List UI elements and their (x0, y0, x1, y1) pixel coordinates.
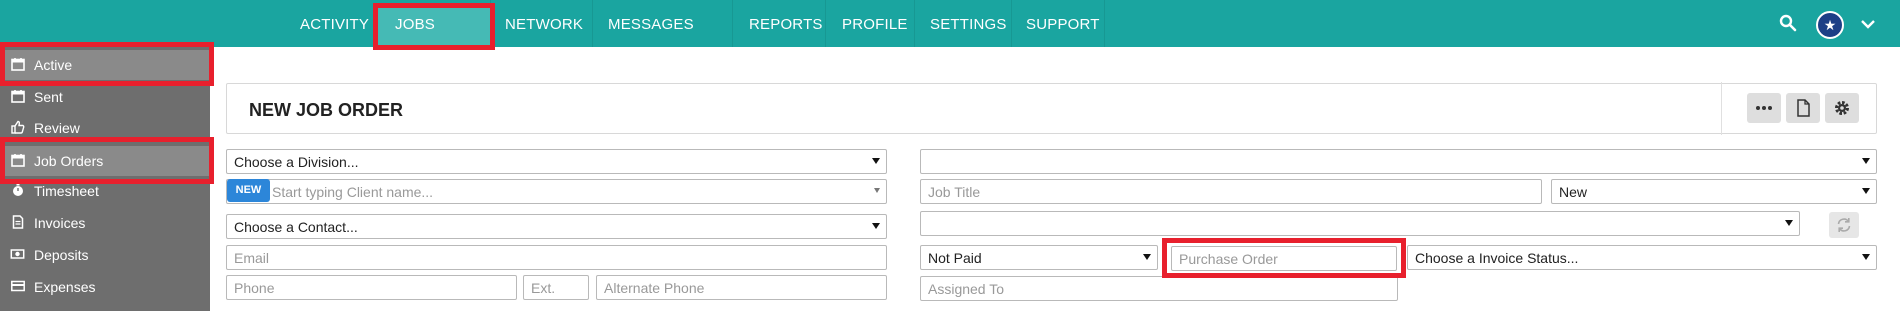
sidebar-item-label: Invoices (34, 215, 86, 231)
highlight-box-active (0, 42, 214, 86)
thumbs-up-icon (11, 120, 25, 134)
nav-profile[interactable]: PROFILE (842, 0, 908, 47)
toolbar-divider (1721, 82, 1722, 135)
nav-divider (732, 0, 733, 47)
dropdown-arrow-icon (1785, 220, 1793, 226)
credit-card-icon (11, 280, 25, 292)
page-header-card: NEW JOB ORDER (226, 83, 1877, 134)
assigned-to-field[interactable]: Assigned To (920, 276, 1398, 301)
highlight-box-job-orders (0, 137, 214, 184)
document-button[interactable] (1786, 93, 1820, 123)
nav-divider (1104, 0, 1105, 47)
nav-activity[interactable]: ACTIVITY (300, 0, 369, 47)
sidebar-item-label: Review (34, 120, 80, 136)
email-field[interactable]: Email (226, 245, 887, 270)
sidebar-item-invoices[interactable]: Invoices (0, 208, 210, 238)
more-options-button[interactable] (1747, 93, 1781, 123)
settings-button[interactable] (1825, 93, 1859, 123)
refresh-icon (1837, 218, 1851, 232)
sidebar-item-deposits[interactable]: Deposits (0, 240, 210, 270)
calendar-icon (11, 90, 25, 103)
more-icon (1756, 106, 1772, 110)
job-status-select[interactable]: New (1551, 179, 1877, 204)
job-type-select[interactable] (920, 149, 1877, 174)
money-icon (10, 249, 25, 259)
dropdown-arrow-icon (1143, 254, 1151, 260)
job-title-field[interactable]: Job Title (920, 179, 1542, 204)
dropdown-arrow-icon (872, 223, 880, 229)
nav-support[interactable]: SUPPORT (1026, 0, 1100, 47)
gear-icon (1835, 101, 1849, 115)
sidebar-item-label: Expenses (34, 279, 96, 295)
chevron-down-icon[interactable] (1860, 16, 1876, 32)
nav-divider (1011, 0, 1012, 47)
nav-messages[interactable]: MESSAGES (608, 0, 694, 47)
avatar[interactable]: ★ (1816, 11, 1844, 39)
new-client-button[interactable]: NEW (227, 179, 270, 202)
nav-settings[interactable]: SETTINGS (930, 0, 1007, 47)
nav-divider (914, 0, 915, 47)
sidebar-item-label: Deposits (34, 247, 89, 263)
secondary-select[interactable] (920, 211, 1800, 236)
search-icon[interactable] (1779, 14, 1797, 32)
dropdown-arrow-icon (1862, 158, 1870, 164)
page-title: NEW JOB ORDER (249, 100, 404, 120)
payment-status-select[interactable]: Not Paid (920, 245, 1158, 270)
dropdown-arrow-icon (1862, 188, 1870, 194)
document-icon (12, 215, 24, 229)
client-name-input[interactable]: Start typing Client name... (226, 179, 887, 204)
dropdown-arrow-icon (874, 188, 880, 193)
nav-network[interactable]: NETWORK (505, 0, 583, 47)
division-select[interactable]: Choose a Division... (226, 149, 887, 174)
sidebar-item-sent[interactable]: Sent (0, 82, 210, 112)
nav-reports[interactable]: REPORTS (749, 0, 823, 47)
stopwatch-icon (13, 183, 23, 196)
contact-select[interactable]: Choose a Contact... (226, 214, 887, 239)
invoice-status-select[interactable]: Choose a Invoice Status... (1407, 245, 1877, 270)
dropdown-arrow-icon (1862, 254, 1870, 260)
highlight-box-purchase-order (1162, 238, 1406, 278)
dropdown-arrow-icon (872, 158, 880, 164)
alternate-phone-field[interactable]: Alternate Phone (596, 275, 887, 300)
document-icon (1797, 99, 1810, 117)
sidebar-item-label: Sent (34, 89, 63, 105)
nav-divider (825, 0, 826, 47)
nav-divider (592, 0, 593, 47)
highlight-box-jobs-tab (373, 3, 495, 50)
sidebar-item-label: Timesheet (34, 183, 99, 199)
phone-extension-field[interactable]: Ext. (523, 275, 589, 300)
phone-field[interactable]: Phone (226, 275, 517, 300)
refresh-button[interactable] (1829, 212, 1859, 238)
sidebar-item-expenses[interactable]: Expenses (0, 272, 210, 302)
